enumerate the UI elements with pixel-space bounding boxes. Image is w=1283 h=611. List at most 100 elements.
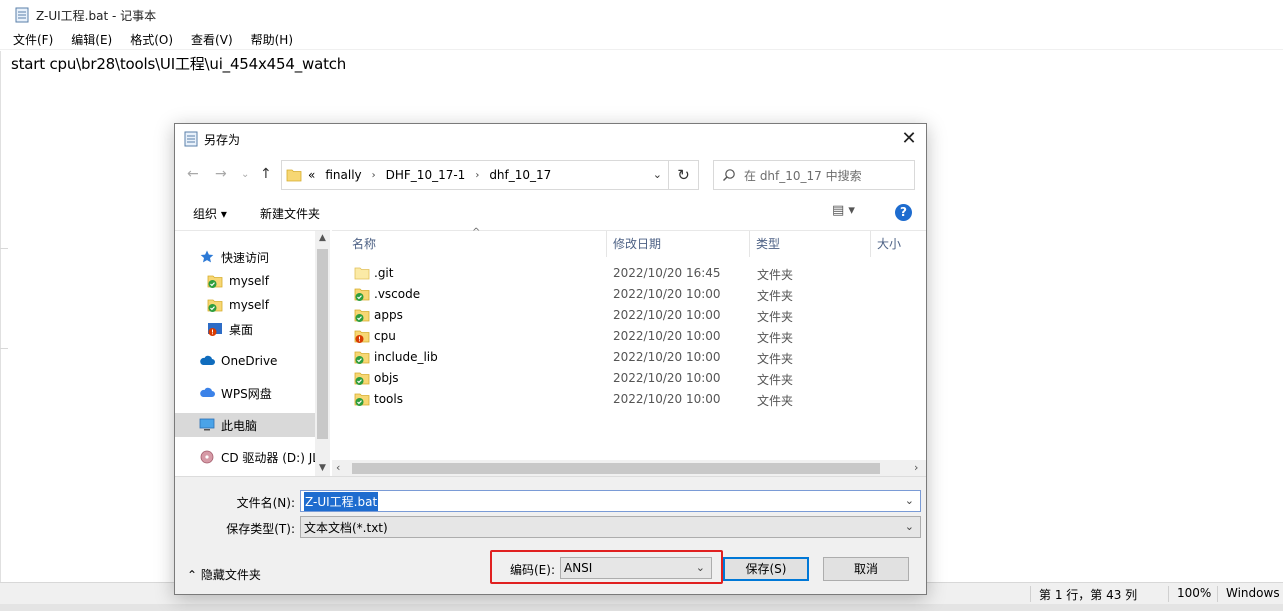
chevron-down-icon[interactable]: ⌄ [905, 494, 914, 507]
cloud-icon [200, 355, 215, 365]
refresh-button[interactable]: ↻ [669, 160, 699, 190]
navigation-pane: 快速访问 myself myself 桌面 OneDrive WPS网盘 此电脑… [175, 230, 330, 477]
file-modified: 2022/10/20 10:00 [613, 371, 721, 385]
scroll-left-icon[interactable]: ‹ [336, 461, 340, 474]
backdrop-divider [0, 348, 8, 349]
file-name: apps [374, 308, 403, 322]
file-list: ^ 名称 修改日期 类型 大小 .git 2022/10/20 16:45 文件… [332, 227, 926, 477]
file-modified: 2022/10/20 16:45 [613, 266, 721, 280]
menu-help[interactable]: 帮助(H) [248, 31, 296, 48]
filename-value: Z-UI工程.bat [304, 491, 379, 511]
save-button[interactable]: 保存(S) [723, 557, 809, 581]
nav-item-label: WPS网盘 [221, 386, 272, 401]
file-name: cpu [374, 329, 396, 343]
save-as-dialog: 另存为 ✕ ← → ⌄ ↑ « finally › DHF_10_17-1 › … [174, 123, 927, 595]
cancel-button[interactable]: 取消 [823, 557, 909, 581]
filename-input[interactable]: Z-UI工程.bat ⌄ [300, 490, 921, 512]
table-row[interactable]: tools 2022/10/20 10:00 文件夹 [332, 389, 926, 410]
table-row[interactable]: objs 2022/10/20 10:00 文件夹 [332, 368, 926, 389]
status-position: 第 1 行，第 43 列 [1030, 586, 1137, 602]
file-list-scrollbar[interactable]: ‹ › [332, 460, 926, 477]
filename-label: 文件名(N): [236, 496, 295, 510]
notepad-menubar: 文件(F) 编辑(E) 格式(O) 查看(V) 帮助(H) [0, 30, 1283, 50]
column-header-type[interactable]: 类型 [748, 231, 871, 257]
filetype-select[interactable]: 文本文档(*.txt) ⌄ [300, 516, 921, 538]
back-arrow-icon[interactable]: ← [187, 166, 199, 182]
help-icon[interactable]: ? [895, 204, 912, 221]
menu-format[interactable]: 格式(O) [127, 31, 176, 48]
view-options-icon[interactable]: ▤ ▾ [832, 203, 855, 218]
file-name: .vscode [374, 287, 421, 301]
status-line-ending: Windows [1217, 586, 1280, 602]
nav-item-desktop[interactable]: 桌面 [175, 317, 315, 341]
breadcrumb-separator-icon[interactable]: › [372, 170, 376, 181]
file-modified: 2022/10/20 10:00 [613, 392, 721, 406]
notepad-titlebar: Z-UI工程.bat - 记事本 [0, 0, 1283, 30]
table-row[interactable]: cpu 2022/10/20 10:00 文件夹 [332, 326, 926, 347]
cd-drive-icon [200, 450, 214, 464]
nav-pane-scrollbar[interactable]: ▲ ▼ [315, 231, 330, 477]
nav-item-this-pc[interactable]: 此电脑 [175, 413, 315, 437]
breadcrumb-separator-icon[interactable]: › [475, 170, 479, 181]
scroll-down-icon[interactable]: ▼ [315, 463, 330, 473]
table-row[interactable]: include_lib 2022/10/20 10:00 文件夹 [332, 347, 926, 368]
nav-item-label: 桌面 [229, 322, 254, 337]
breadcrumb-overflow[interactable]: « [308, 168, 315, 182]
search-placeholder: 在 dhf_10_17 中搜索 [744, 168, 862, 183]
recent-locations-chevron-icon[interactable]: ⌄ [241, 169, 249, 180]
desktop-folder-icon [208, 323, 222, 336]
dialog-toolbar: 组织 ▾ 新建文件夹 ▤ ▾ ? [175, 200, 926, 226]
column-header-modified[interactable]: 修改日期 [605, 231, 750, 257]
nav-item-label: OneDrive [221, 354, 278, 368]
breadcrumb-item[interactable]: DHF_10_17-1 [386, 168, 466, 182]
organize-button[interactable]: 组织 ▾ [193, 205, 227, 222]
scroll-up-icon[interactable]: ▲ [315, 233, 330, 243]
file-type: 文件夹 [757, 268, 794, 282]
hide-folders-label: 隐藏文件夹 [200, 568, 261, 582]
nav-item-label: myself [229, 274, 269, 288]
table-row[interactable]: .git 2022/10/20 16:45 文件夹 [332, 263, 926, 284]
nav-item-quick-access[interactable]: 快速访问 [175, 245, 315, 269]
synced-folder-icon [207, 275, 223, 288]
menu-view[interactable]: 查看(V) [188, 31, 236, 48]
up-arrow-icon[interactable]: ↑ [260, 166, 272, 182]
file-type: 文件夹 [757, 331, 794, 345]
nav-item-myself[interactable]: myself [175, 269, 315, 293]
search-icon [723, 169, 735, 181]
menu-file[interactable]: 文件(F) [10, 31, 56, 48]
file-modified: 2022/10/20 10:00 [613, 287, 721, 301]
file-type: 文件夹 [757, 289, 794, 303]
highlight-annotation [490, 550, 723, 584]
scrollbar-thumb[interactable] [317, 249, 328, 439]
forward-arrow-icon[interactable]: → [215, 166, 227, 182]
breadcrumb-item[interactable]: finally [325, 168, 361, 182]
table-row[interactable]: apps 2022/10/20 10:00 文件夹 [332, 305, 926, 326]
cloud-icon [200, 387, 215, 397]
nav-item-onedrive[interactable]: OneDrive [175, 349, 315, 373]
nav-item-label: myself [229, 298, 269, 312]
status-zoom: 100% [1168, 586, 1211, 602]
column-header-size[interactable]: 大小 [869, 231, 926, 257]
table-row[interactable]: .vscode 2022/10/20 10:00 文件夹 [332, 284, 926, 305]
notepad-icon [15, 7, 29, 23]
breadcrumb-item[interactable]: dhf_10_17 [489, 168, 551, 182]
new-folder-button[interactable]: 新建文件夹 [260, 205, 320, 222]
file-type: 文件夹 [757, 394, 794, 408]
scroll-right-icon[interactable]: › [914, 461, 918, 474]
hide-folders-button[interactable]: ⌃ 隐藏文件夹 [187, 566, 261, 583]
file-type: 文件夹 [757, 373, 794, 387]
address-bar[interactable]: « finally › DHF_10_17-1 › dhf_10_17 ⌄ [281, 160, 669, 190]
search-input[interactable]: 在 dhf_10_17 中搜索 [713, 160, 915, 190]
chevron-down-icon[interactable]: ⌄ [653, 168, 662, 181]
nav-item-myself-2[interactable]: myself [175, 293, 315, 317]
close-button[interactable]: ✕ [898, 128, 920, 150]
file-name: include_lib [374, 350, 438, 364]
synced-folder-icon [354, 393, 370, 406]
chevron-down-icon[interactable]: ⌄ [905, 520, 914, 533]
column-header-name[interactable]: 名称 [344, 231, 607, 257]
scrollbar-thumb[interactable] [352, 463, 880, 474]
file-modified: 2022/10/20 10:00 [613, 350, 721, 364]
menu-edit[interactable]: 编辑(E) [68, 31, 115, 48]
nav-item-wps-drive[interactable]: WPS网盘 [175, 381, 315, 405]
nav-item-cd-drive[interactable]: CD 驱动器 (D:) JL [175, 445, 315, 469]
